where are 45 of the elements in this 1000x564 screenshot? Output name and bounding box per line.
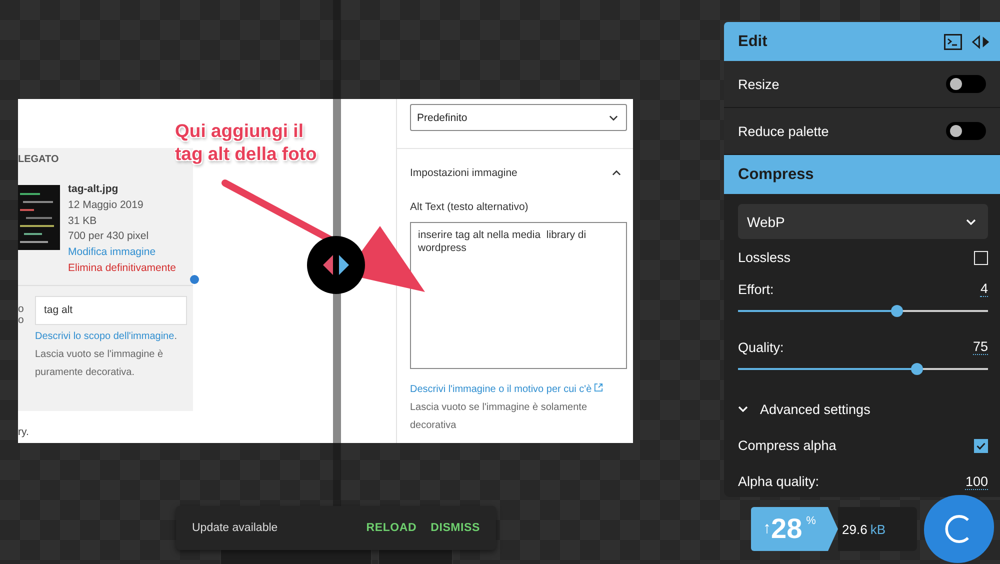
option-label: Lossless: [738, 250, 791, 265]
value-field[interactable]: 75: [972, 339, 988, 355]
alt-text-label: Alt Text (testo alternativo): [410, 201, 530, 213]
describe-link[interactable]: Descrivi l'immagine o il motivo per cui c'è: [410, 384, 592, 395]
toggle-switch[interactable]: [946, 122, 986, 140]
settings-section-header[interactable]: Impostazioni immagine: [410, 167, 627, 179]
resize-handle[interactable]: [190, 275, 199, 284]
file-size: 31 KB: [68, 214, 98, 229]
codec-select[interactable]: WebP: [738, 204, 988, 239]
size-select[interactable]: Predefinito: [410, 104, 627, 131]
alt-text-area[interactable]: inserire tag alt nella media library di wordpress: [410, 222, 627, 369]
alt-text-field[interactable]: tag alt: [35, 296, 187, 325]
option-label: Compress alpha: [738, 438, 836, 453]
terminal-icon[interactable]: [944, 34, 962, 50]
field-label: o: [18, 314, 25, 326]
option-label: Resize: [738, 76, 780, 92]
delete-link[interactable]: Elimina definitivamente: [68, 260, 176, 277]
file-size-readout: 29.6 kB: [838, 507, 917, 551]
advanced-settings-toggle[interactable]: Advanced settings: [738, 391, 988, 427]
chevron-down-icon: [609, 114, 618, 120]
file-name: tag-alt.jpg: [68, 182, 120, 197]
file-date: 12 Maggio 2019: [68, 198, 144, 213]
option-label: Reduce palette: [738, 124, 829, 138]
text-fragment: ry.: [18, 426, 29, 438]
value-field[interactable]: 4: [980, 281, 988, 297]
snackbar-message: Update available: [192, 522, 279, 534]
value-field[interactable]: 100: [965, 474, 988, 490]
size-change-badge: ↑28$^{%}$: [751, 507, 838, 551]
chevron-down-icon: [966, 218, 976, 224]
section-title: Compress: [738, 166, 814, 184]
alt-help-text: Descrivi lo scopo dell'immagine. Lascia vuoto se l'immagine è puramente decorativa.: [35, 330, 178, 380]
snackbar-action[interactable]: RELOAD: [366, 522, 417, 534]
option-label: Alpha quality:: [738, 474, 820, 489]
alt-help-text: Descrivi l'immagine o il motivo per cui c'è Lascia vuoto se l'immagine è solamente decorativa: [410, 381, 627, 435]
annotation-text: Qui aggiungi il tag alt della foto: [175, 119, 317, 165]
toggle-switch[interactable]: [946, 75, 986, 93]
option-label: Quality:: [738, 340, 784, 355]
file-dimensions: 700 per 430 pixel: [68, 229, 150, 244]
external-link-icon: [594, 383, 603, 392]
left-right-arrows-icon[interactable]: [972, 34, 990, 50]
field-label: o: [18, 304, 25, 315]
option-label: Effort:: [738, 282, 774, 297]
section-title: Edit: [738, 32, 768, 50]
snackbar-action[interactable]: DISMISS: [430, 522, 480, 534]
checkbox[interactable]: [974, 438, 988, 452]
